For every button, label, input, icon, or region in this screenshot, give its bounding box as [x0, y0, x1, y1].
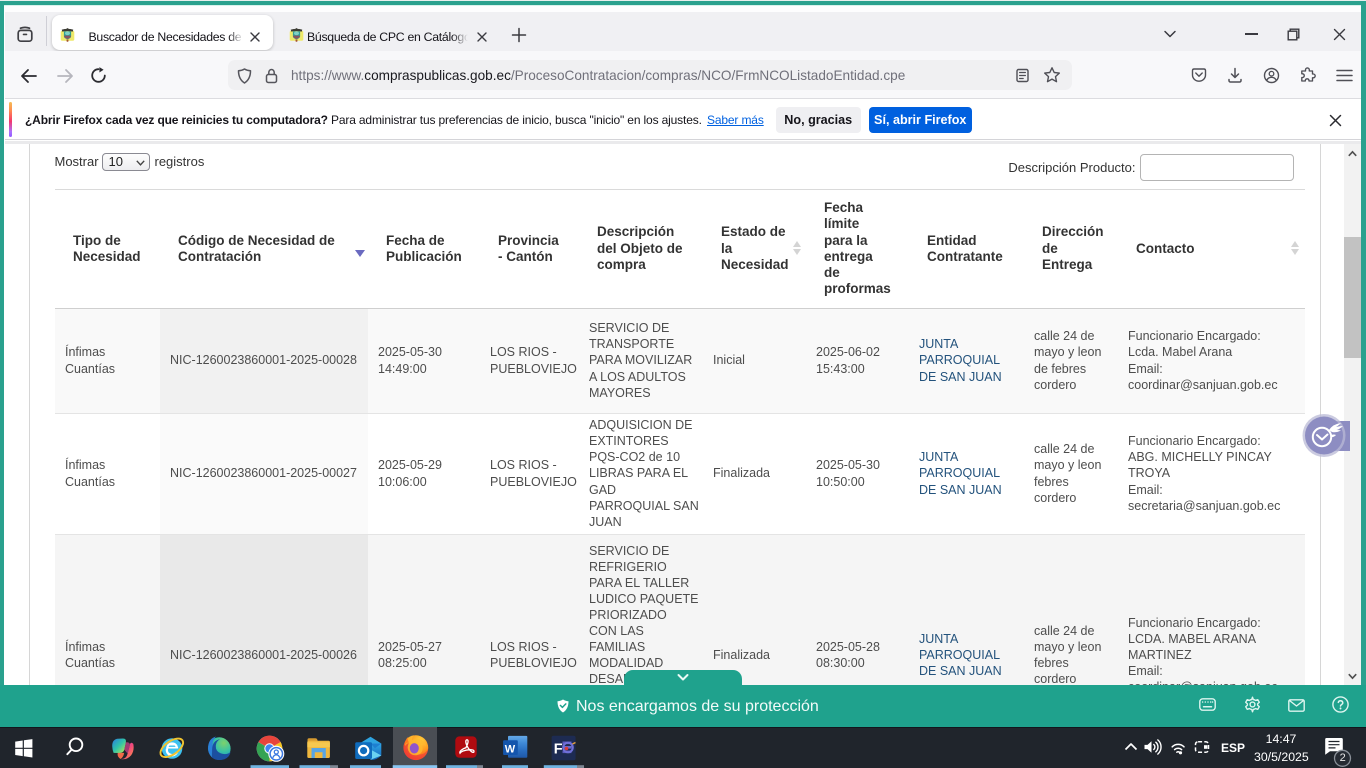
svg-text:F: F	[554, 742, 563, 758]
svg-text:W: W	[505, 743, 516, 755]
